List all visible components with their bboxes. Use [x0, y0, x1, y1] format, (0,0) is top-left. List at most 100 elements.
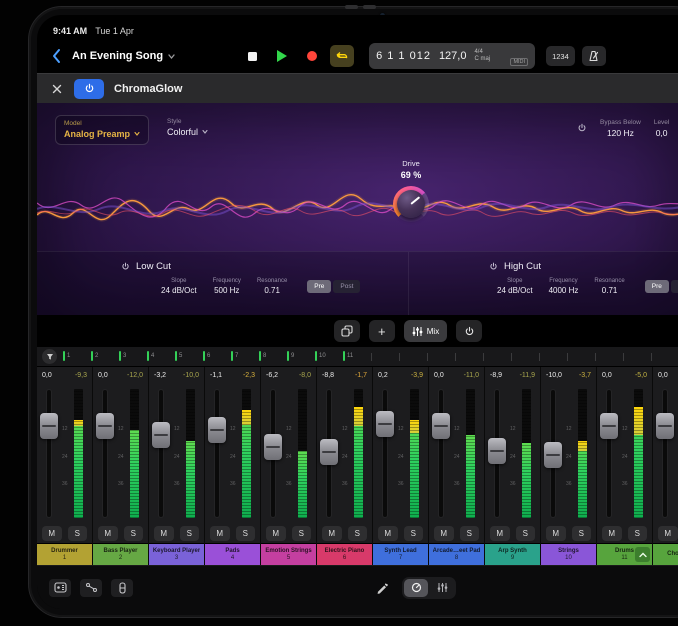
fader-handle[interactable] [96, 413, 114, 439]
drive-knob[interactable] [393, 186, 429, 222]
mixer-power-button[interactable] [456, 320, 482, 342]
mix-view-button[interactable]: Mix [404, 320, 447, 342]
level-control[interactable]: Level 0,0 [654, 119, 670, 138]
song-title-menu[interactable]: An Evening Song [72, 50, 175, 62]
back-button[interactable] [47, 45, 65, 67]
fader-handle[interactable] [600, 413, 618, 439]
ruler-bar: 10 [315, 351, 326, 361]
power-icon[interactable] [121, 262, 130, 271]
play-button[interactable] [270, 45, 294, 67]
fader-track[interactable] [383, 390, 387, 517]
lcd-display[interactable]: 6 1 1 012 127,0 4/4 C maj MIDI [369, 43, 535, 69]
fader-handle[interactable] [208, 417, 226, 443]
inspector-button[interactable] [49, 579, 71, 597]
style-selector[interactable]: Style Colorful [167, 118, 208, 137]
fader-track[interactable] [159, 390, 163, 517]
low-cut-slope[interactable]: Slope 24 dB/Oct [161, 278, 197, 295]
chevron-up-icon[interactable] [635, 547, 650, 562]
mute-button[interactable]: M [602, 526, 622, 541]
track-label[interactable]: Pads 4 [205, 543, 260, 565]
track-label[interactable]: Arcade…eet Pad 8 [429, 543, 484, 565]
power-icon[interactable] [489, 262, 498, 271]
keyboard-button[interactable] [111, 579, 133, 597]
mute-button[interactable]: M [322, 526, 342, 541]
fader-handle[interactable] [264, 434, 282, 460]
track-label[interactable]: Drummer 1 [37, 543, 92, 565]
fader-track[interactable] [103, 390, 107, 517]
fader-track[interactable] [607, 390, 611, 517]
fader-handle[interactable] [376, 411, 394, 437]
solo-button[interactable]: S [292, 526, 312, 541]
mute-button[interactable]: M [546, 526, 566, 541]
close-plugin-button[interactable] [50, 82, 64, 96]
high-cut-resonance[interactable]: Resonance 0.71 [594, 278, 624, 295]
solo-button[interactable]: S [516, 526, 536, 541]
plugin-power-button[interactable] [74, 79, 104, 99]
pre-button[interactable]: Pre [307, 280, 331, 293]
fader-handle[interactable] [656, 413, 674, 439]
track-label[interactable]: Bass Player 2 [93, 543, 148, 565]
track-name: Bass Player [103, 547, 137, 555]
low-cut-frequency[interactable]: Frequency 500 Hz [213, 278, 241, 295]
solo-button[interactable]: S [180, 526, 200, 541]
metronome-button[interactable] [582, 46, 606, 66]
high-cut-frequency[interactable]: Frequency 4000 Hz [549, 278, 579, 295]
post-button[interactable]: Post [333, 280, 360, 293]
low-cut-resonance[interactable]: Resonance 0.71 [257, 278, 287, 295]
track-label[interactable]: Drums 11 [597, 543, 652, 565]
post-button[interactable]: Post [671, 280, 678, 293]
transport-controls [240, 45, 354, 67]
record-button[interactable] [300, 45, 324, 67]
track-label[interactable]: Keyboard Player 3 [149, 543, 204, 565]
solo-button[interactable]: S [124, 526, 144, 541]
track-label[interactable]: Synth Lead 7 [373, 543, 428, 565]
fader-handle[interactable] [544, 442, 562, 468]
solo-button[interactable]: S [404, 526, 424, 541]
fader-handle[interactable] [432, 413, 450, 439]
fader-handle[interactable] [152, 422, 170, 448]
model-selector[interactable]: Model Analog Preamp [55, 115, 149, 145]
track-label[interactable]: Chorus V [653, 543, 678, 565]
track-label[interactable]: Strings 10 [541, 543, 596, 565]
routing-button[interactable] [80, 579, 102, 597]
solo-button[interactable]: S [348, 526, 368, 541]
solo-button[interactable]: S [460, 526, 480, 541]
stop-button[interactable] [240, 45, 264, 67]
mute-button[interactable]: M [378, 526, 398, 541]
solo-button[interactable]: S [68, 526, 88, 541]
fader-handle[interactable] [488, 438, 506, 464]
fader-track[interactable] [439, 390, 443, 517]
add-track-button[interactable]: + [369, 320, 395, 342]
mute-button[interactable]: M [154, 526, 174, 541]
solo-button[interactable]: S [572, 526, 592, 541]
solo-button[interactable]: S [236, 526, 256, 541]
mute-button[interactable]: M [42, 526, 62, 541]
track-label[interactable]: Emotion Strings 5 [261, 543, 316, 565]
timeline-ruler[interactable]: 1234567891011 [37, 347, 678, 367]
cycle-button[interactable] [330, 45, 354, 67]
solo-button[interactable]: S [628, 526, 648, 541]
fader-track[interactable] [663, 390, 667, 517]
levels-view-button[interactable] [430, 579, 454, 597]
mute-button[interactable]: M [434, 526, 454, 541]
power-icon[interactable] [577, 123, 587, 133]
bypass-below-control[interactable]: Bypass Below 120 Hz [600, 119, 641, 138]
count-in-button[interactable]: 1234 [546, 46, 575, 66]
mute-button[interactable]: M [658, 526, 678, 541]
pre-button[interactable]: Pre [645, 280, 669, 293]
track-label[interactable]: Electric Piano 6 [317, 543, 372, 565]
filter-button[interactable] [42, 349, 57, 364]
high-cut-slope[interactable]: Slope 24 dB/Oct [497, 278, 533, 295]
track-label[interactable]: Arp Synth 9 [485, 543, 540, 565]
fader-handle[interactable] [320, 439, 338, 465]
mute-button[interactable]: M [490, 526, 510, 541]
edit-button[interactable] [371, 579, 393, 597]
fader-track[interactable] [47, 390, 51, 517]
fader-track[interactable] [215, 390, 219, 517]
mute-button[interactable]: M [98, 526, 118, 541]
duplicate-button[interactable] [334, 320, 360, 342]
mute-button[interactable]: M [266, 526, 286, 541]
mute-button[interactable]: M [210, 526, 230, 541]
controls-view-button[interactable] [404, 579, 428, 597]
fader-handle[interactable] [40, 413, 58, 439]
